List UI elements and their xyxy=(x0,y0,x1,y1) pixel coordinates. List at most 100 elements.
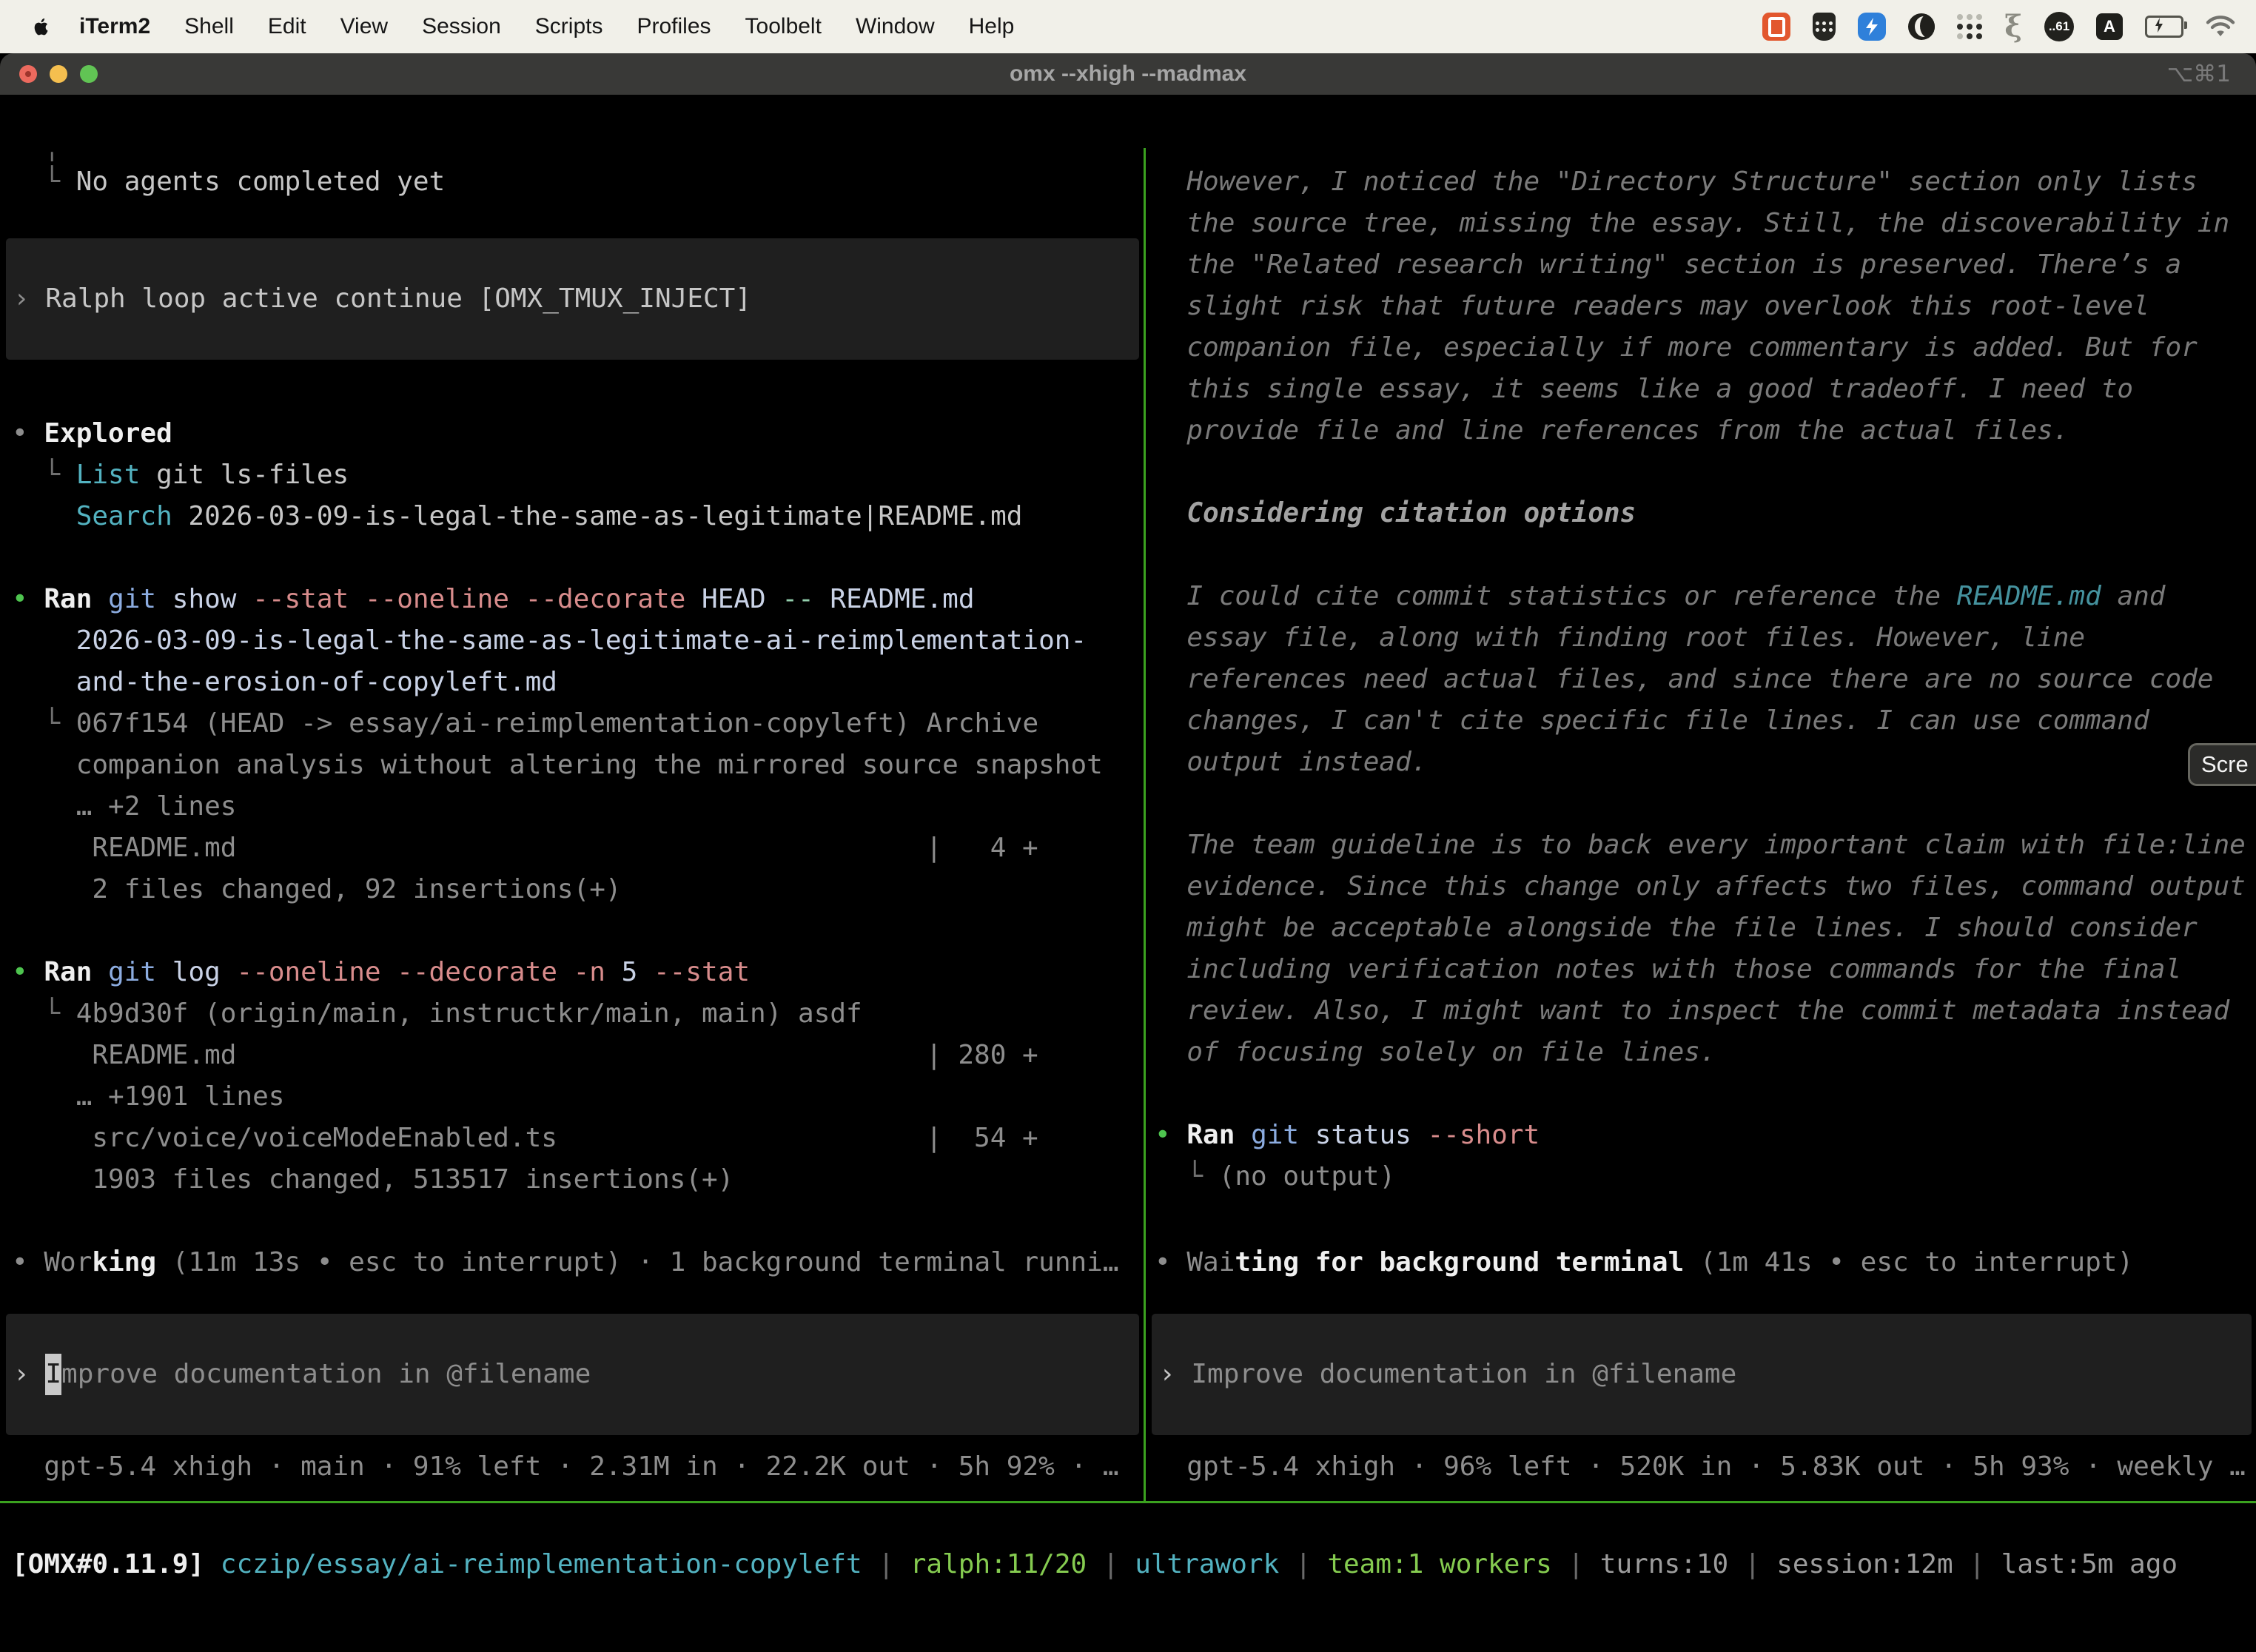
traffic-lights xyxy=(0,65,98,83)
left-prompt-input[interactable]: › Improve documentation in @filename xyxy=(6,1314,1139,1435)
dots-grid-icon[interactable] xyxy=(1957,14,1982,39)
tmux-pane-left[interactable]: │ └ No agents completed yet › Ralph loop … xyxy=(0,148,1144,1501)
text-segment xyxy=(12,501,76,531)
text-segment: session:12m xyxy=(1776,1549,1953,1579)
text-segment: evidence. Since this change only affects… xyxy=(1155,871,2246,901)
wifi-icon[interactable] xyxy=(2206,16,2235,38)
text-segment: README.md xyxy=(12,833,236,863)
menu-item-window[interactable]: Window xyxy=(839,14,952,39)
terminal-line: review. Also, I might want to inspect th… xyxy=(1155,990,2256,1032)
text-segment: › xyxy=(13,1354,45,1395)
text-segment: this single essay, it seems like a good … xyxy=(1155,374,2133,404)
blank-line xyxy=(12,910,1144,952)
text-segment: | xyxy=(1728,1549,1776,1579)
bolt-app-icon[interactable] xyxy=(1858,13,1886,41)
terminal-line: slight risk that future readers may over… xyxy=(1155,286,2256,327)
text-segment: HEAD xyxy=(685,584,765,614)
terminal-line: the source tree, missing the essay. Stil… xyxy=(1155,203,2256,244)
pane-divider-horizontal xyxy=(0,1501,2256,1503)
terminal-line: Search 2026-03-09-is-legal-the-same-as-l… xyxy=(12,496,1144,537)
menu-item-session[interactable]: Session xyxy=(405,14,518,39)
terminal-line: … +2 lines xyxy=(12,786,1144,827)
text-segment: I could cite commit statistics or refere… xyxy=(1155,581,1957,611)
tmux-pane-right[interactable]: However, I noticed the "Directory Struct… xyxy=(1146,148,2256,1501)
text-segment: README.md xyxy=(814,584,975,614)
text-segment: | xyxy=(1953,1549,2001,1579)
text-segment: | xyxy=(1279,1549,1327,1579)
text-segment: Ralph loop active continue [OMX_TMUX_INJ… xyxy=(45,278,751,320)
text-segment: 2026-03-09-is-legal-the-same-as-legitima… xyxy=(172,501,1023,531)
terminal-line: essay file, along with finding root file… xyxy=(1155,617,2256,659)
right-prompt-input[interactable]: › Improve documentation in @filename xyxy=(1152,1314,2252,1435)
text-segment: | 54 + xyxy=(926,1118,1038,1159)
text-segment: 2026-03-09-is-legal-the-same-as-legitima… xyxy=(12,625,1087,656)
moon-icon[interactable] xyxy=(1908,13,1935,40)
input-source-icon[interactable]: A xyxy=(2096,13,2123,40)
text-segment: provide file and line references from th… xyxy=(1155,415,2069,446)
text-segment: log xyxy=(156,957,221,987)
text-segment: companion file, especially if more comme… xyxy=(1155,332,2198,363)
shield-grid-icon[interactable] xyxy=(1813,13,1836,41)
menu-item-toolbelt[interactable]: Toolbelt xyxy=(728,14,839,39)
terminal-line: • Ran git log --oneline --decorate -n 5 … xyxy=(12,952,1144,993)
menu-item-profiles[interactable]: Profiles xyxy=(620,14,728,39)
blank-line xyxy=(1155,1073,2256,1115)
text-segment: └ xyxy=(12,998,76,1029)
text-segment: | xyxy=(1552,1549,1600,1579)
text-segment: team:1 workers xyxy=(1327,1549,1551,1579)
zoom-button[interactable] xyxy=(80,65,98,83)
terminal-line: companion analysis without altering the … xyxy=(12,745,1144,786)
screen-indicator-overlay[interactable]: Scre xyxy=(2188,743,2256,786)
text-segment: • xyxy=(12,584,44,614)
badge-61-icon[interactable]: ..61 xyxy=(2044,12,2074,41)
menu-item-help[interactable]: Help xyxy=(952,14,1032,39)
text-segment: companion analysis without altering the … xyxy=(12,750,1103,780)
text-segment: git xyxy=(92,584,156,614)
menu-item-shell[interactable]: Shell xyxy=(167,14,251,39)
text-segment: ralph:11/20 xyxy=(910,1549,1087,1579)
text-segment: | 4 + xyxy=(926,827,1038,869)
text-segment: No agents completed yet xyxy=(76,167,446,197)
text-segment: status xyxy=(1299,1120,1411,1150)
left-prompt-input[interactable]: › Ralph loop active continue [OMX_TMUX_I… xyxy=(6,238,1139,360)
close-button[interactable] xyxy=(19,65,37,83)
text-segment: … +1901 lines xyxy=(12,1081,284,1112)
blank-line xyxy=(1155,534,2256,576)
terminal-line: and-the-erosion-of-copyleft.md xyxy=(12,662,1144,703)
text-segment: List xyxy=(76,460,141,490)
terminal-line: However, I noticed the "Directory Struct… xyxy=(1155,161,2256,203)
text-segment: review. Also, I might want to inspect th… xyxy=(1155,995,2229,1026)
text-segment: › xyxy=(1159,1354,1191,1395)
text-segment: -- xyxy=(766,584,814,614)
menu-item-edit[interactable]: Edit xyxy=(251,14,323,39)
text-segment: git xyxy=(92,957,156,987)
blank-line xyxy=(12,537,1144,579)
text-segment: | xyxy=(1087,1549,1135,1579)
minimize-button[interactable] xyxy=(50,65,67,83)
menu-item-view[interactable]: View xyxy=(323,14,405,39)
text-segment: │ xyxy=(12,153,60,161)
screen-share-icon[interactable] xyxy=(1762,13,1790,41)
text-segment: (11m 13s • esc to interrupt) · 1 backgro… xyxy=(156,1247,1118,1277)
battery-icon[interactable] xyxy=(2145,16,2183,38)
window-titlebar[interactable]: omx --xhigh --madmax ⌥⌘1 xyxy=(0,53,2256,95)
terminal-line: src/voice/voiceModeEnabled.ts| 54 + xyxy=(12,1118,1144,1159)
blank-line xyxy=(1155,783,2256,825)
terminal-line: • Ran git show --stat --oneline --decora… xyxy=(12,579,1144,620)
terminal-line: 2 files changed, 92 insertions(+) xyxy=(12,869,1144,910)
text-segment: slight risk that future readers may over… xyxy=(1155,291,2149,321)
menu-item-scripts[interactable]: Scripts xyxy=(518,14,620,39)
squiggle-icon[interactable]: ξ xyxy=(2004,12,2022,41)
screen-indicator-label: Scre xyxy=(2201,751,2249,778)
text-segment: might be acceptable alongside the file l… xyxy=(1155,913,2198,943)
menu-status-icons: ξ ..61 A xyxy=(1762,12,2256,41)
terminal-line: 1903 files changed, 513517 insertions(+) xyxy=(12,1159,1144,1201)
terminal-line: gpt-5.4 xhigh · 96% left · 520K in · 5.8… xyxy=(1155,1446,2256,1488)
blank-line xyxy=(1155,451,2256,493)
text-segment: ultrawork xyxy=(1135,1549,1279,1579)
apple-menu[interactable] xyxy=(21,15,62,38)
text-segment: However, I noticed the "Directory Struct… xyxy=(1155,167,2198,197)
menu-item-app[interactable]: iTerm2 xyxy=(62,14,167,39)
text-segment: changes, I can't cite specific file line… xyxy=(1155,705,2149,736)
text-segment: Improve documentation in @filename xyxy=(1191,1354,1736,1395)
